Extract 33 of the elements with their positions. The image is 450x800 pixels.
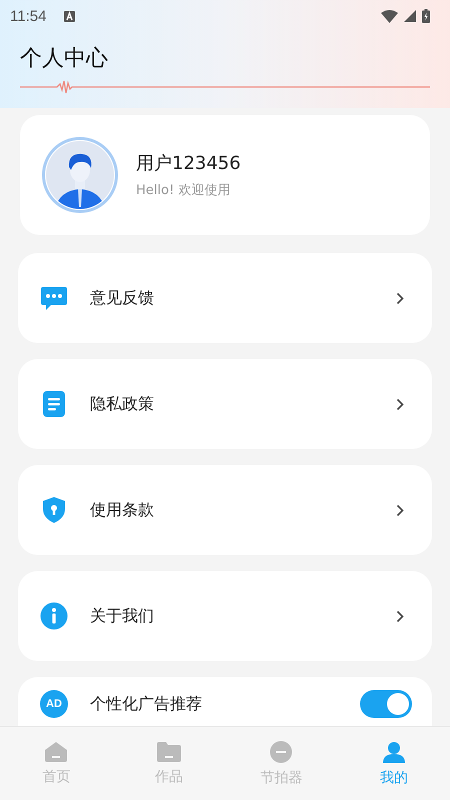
menu-item[interactable]: 关于我们 (18, 571, 432, 661)
menu-label: 使用条款 (90, 500, 154, 520)
menu-label: 隐私政策 (90, 394, 154, 414)
avatar-icon (40, 135, 120, 215)
battery-icon (422, 9, 430, 23)
ad-badge: AD (40, 690, 68, 718)
toggle-switch[interactable] (360, 690, 412, 718)
chevron-right-icon (396, 292, 404, 304)
chevron-right-icon (396, 504, 404, 516)
chat-icon (40, 285, 68, 311)
status-time: 11:54 (10, 8, 46, 24)
wifi-icon (381, 10, 398, 22)
chevron-right-icon (396, 398, 404, 410)
menu-item[interactable]: 使用条款 (18, 465, 432, 555)
folder-icon (156, 742, 181, 762)
menu-item[interactable]: 隐私政策 (18, 359, 432, 449)
page-title: 个人中心 (20, 45, 109, 73)
signal-icon (404, 10, 416, 22)
menu-label: 个性化广告推荐 (90, 694, 202, 714)
chevron-right-icon (396, 610, 404, 622)
info-icon (40, 602, 68, 630)
home-icon (45, 742, 68, 762)
greeting-text: Hello! 欢迎使用 (136, 182, 232, 199)
person-icon (382, 740, 405, 762)
notification-icon (64, 10, 76, 22)
menu-item[interactable]: 意见反馈 (18, 253, 432, 343)
document-icon (40, 390, 68, 418)
shield-icon (40, 496, 68, 524)
menu-item[interactable]: AD 个性化广告推荐 (18, 677, 432, 727)
profile-card[interactable]: 用户123456 Hello! 欢迎使用 (20, 115, 430, 235)
menu-label: 关于我们 (90, 606, 154, 626)
menu-label: 意见反馈 (90, 288, 154, 308)
user-name: 用户123456 (136, 152, 241, 175)
